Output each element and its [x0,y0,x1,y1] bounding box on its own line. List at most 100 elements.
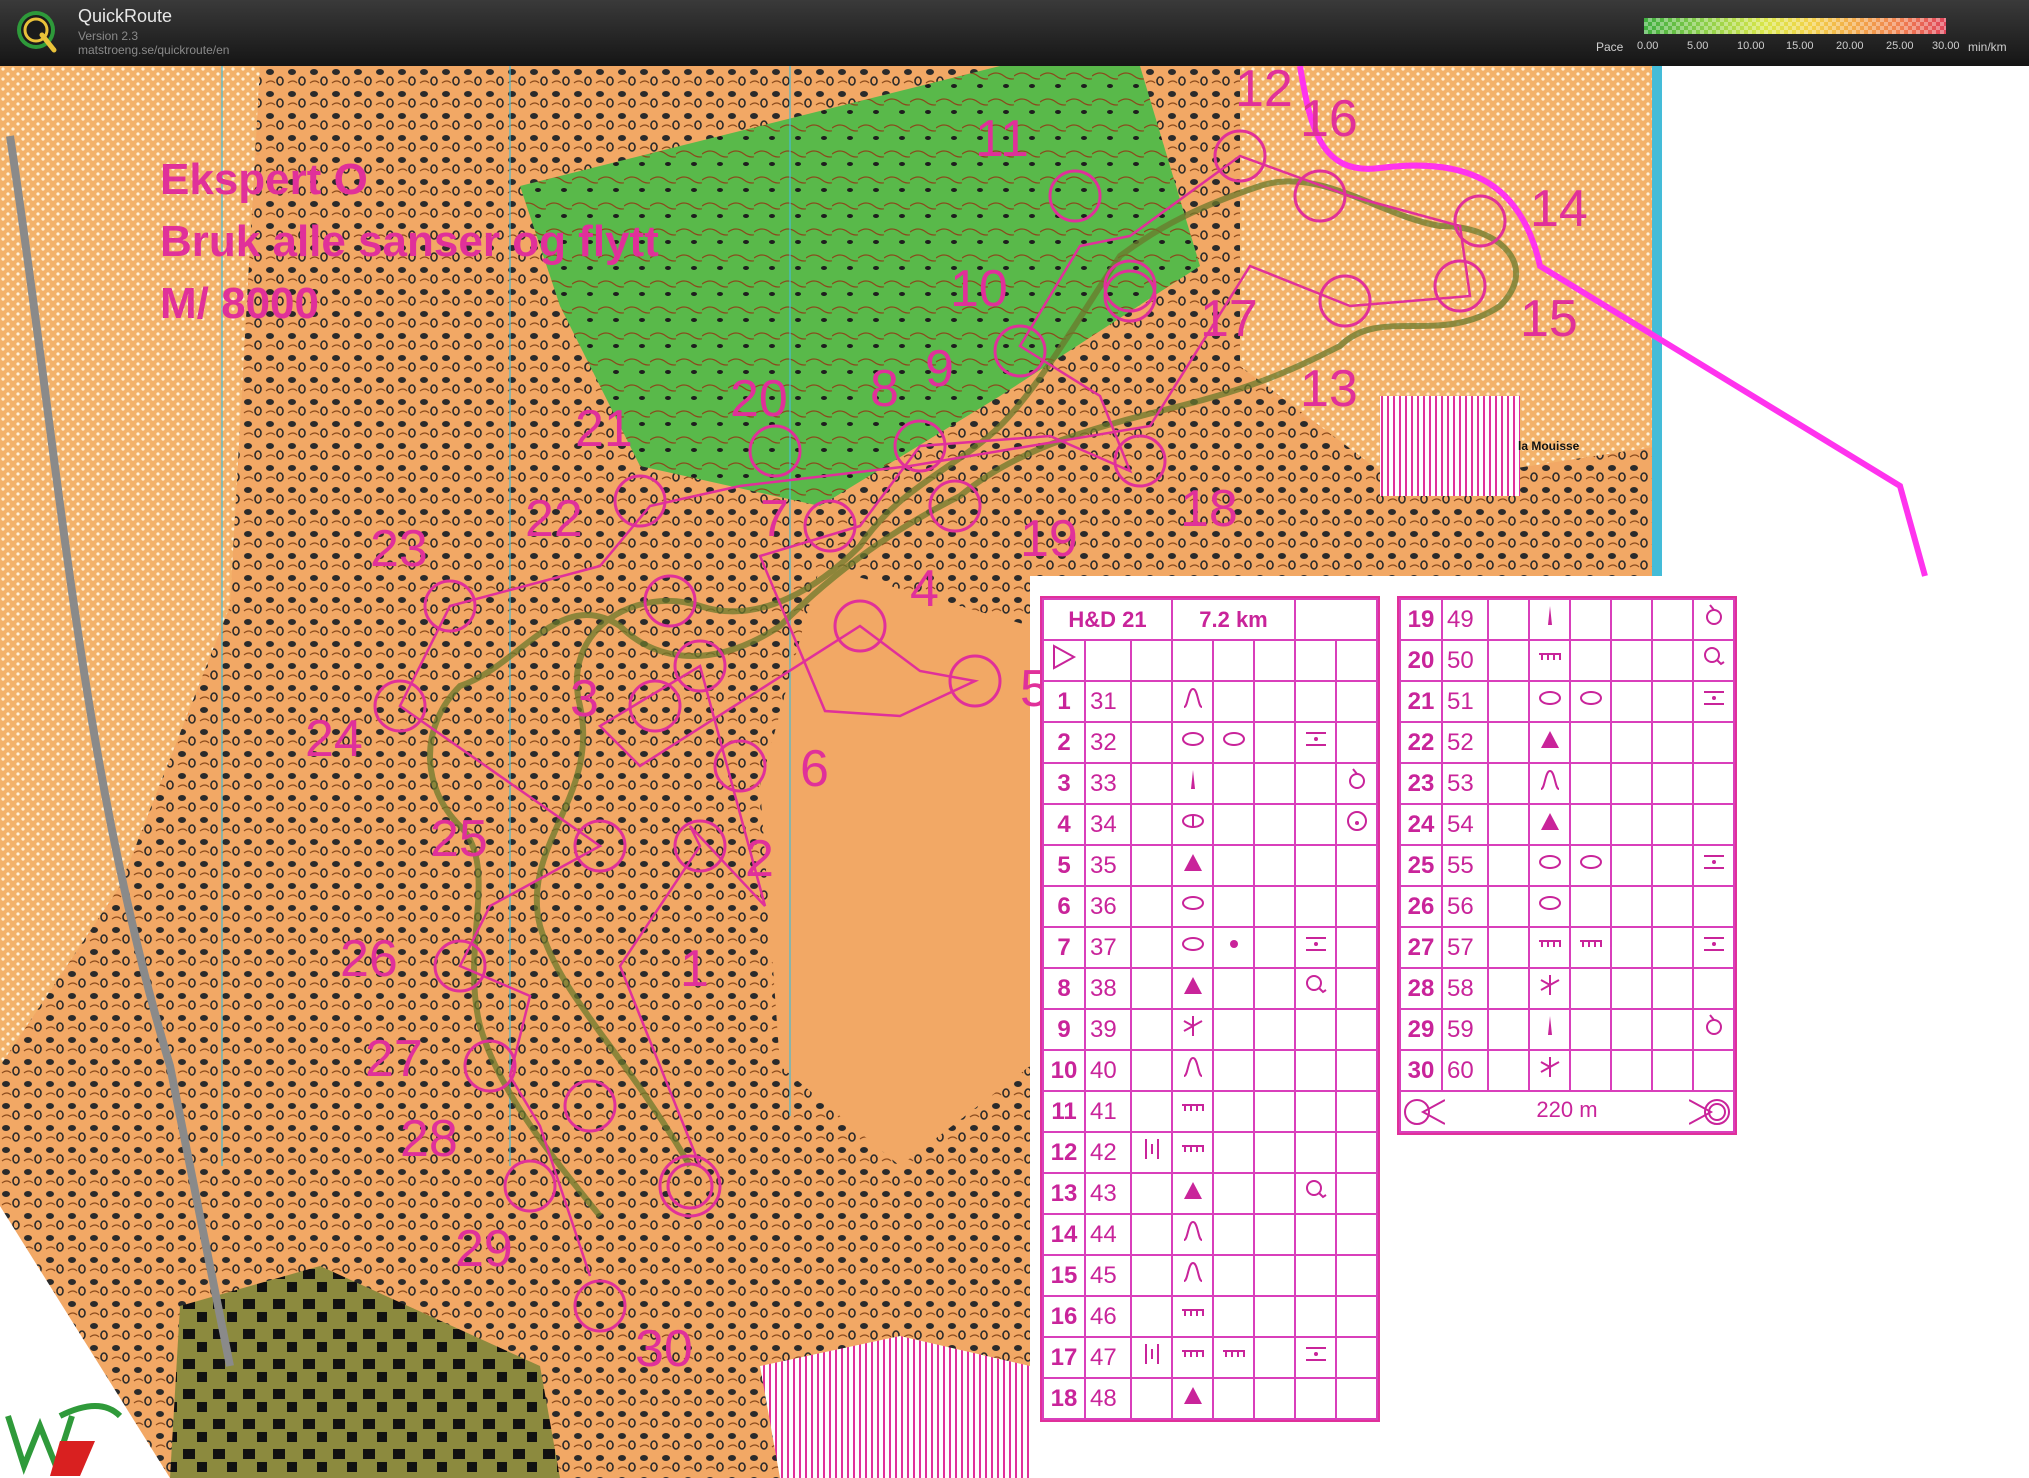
control-order: 5 [1042,844,1086,887]
pace-legend: Pace 0.00 5.00 10.00 15.00 20.00 25.00 3… [1590,16,2020,56]
symbol-cell [1335,1377,1378,1420]
symbol-cell [1294,1254,1337,1297]
symbol-cell [1212,885,1255,928]
symbol-cell [1294,1377,1337,1420]
control-order: 22 [1399,721,1443,764]
symbol-cell [1212,967,1255,1010]
wall-icon [1212,1336,1255,1379]
pace-tick: 0.00 [1637,40,1659,52]
junction-icon [1528,1049,1571,1092]
triangle-icon [1171,1172,1214,1215]
control-row: 29 59 [1399,1008,1735,1051]
control-number: 17 [1200,290,1258,348]
control-number: 3 [570,670,599,728]
symbol-cell [1335,967,1378,1010]
control-row: 26 56 [1399,885,1735,928]
control-order: 11 [1042,1090,1086,1133]
symbol-cell [1610,1049,1653,1092]
control-order: 14 [1042,1213,1086,1256]
control-row: 5 35 [1042,844,1378,887]
symbol-cell [1335,1049,1378,1092]
triangle-icon [1171,1377,1214,1420]
control-row: 17 47 [1042,1336,1378,1379]
knoll-icon [1171,1254,1214,1297]
control-row: 19 49 [1399,598,1735,641]
pace-label: Pace [1596,40,1624,54]
symbol-cell [1253,1049,1296,1092]
symbol-cell [1610,598,1653,641]
symbol-cell [1610,721,1653,764]
control-order: 6 [1042,885,1086,928]
symbol-cell [1335,680,1378,723]
control-code: 58 [1441,967,1489,1010]
control-row: 16 46 [1042,1295,1378,1338]
app-version: Version 2.3 [78,29,139,43]
pace-tick: 5.00 [1687,40,1709,52]
control-order: 12 [1042,1131,1086,1174]
pace-unit: min/km [1968,40,2007,54]
course-length: 7.2 km [1171,598,1296,641]
control-row: 4 34 [1042,803,1378,846]
control-order: 27 [1399,926,1443,969]
control-row: 14 44 [1042,1213,1378,1256]
pace-tick: 20.00 [1836,40,1864,52]
symbol-cell [1610,762,1653,805]
symbol-cell [1692,1049,1735,1092]
control-number: 20 [730,370,788,428]
control-order: 20 [1399,639,1443,682]
symbol-cell [1610,926,1653,969]
finish-double-circle-icon [1689,1098,1730,1125]
symbol-cell [1253,926,1296,969]
symbol-cell [1253,1254,1296,1297]
title-bar: QuickRoute Version 2.3 matstroeng.se/qui… [0,0,2029,66]
symbol-cell [1651,598,1694,641]
map-title-line: M/ 8000 [160,279,319,328]
symbol-cell [1487,639,1530,682]
symbol-cell [1651,762,1694,805]
map-title-line: Bruk alle sanser og flytt [160,217,659,266]
symbol-cell [1212,1172,1255,1215]
symbol-cell [1253,1213,1296,1256]
control-order: 26 [1399,885,1443,928]
control-row: 3 33 [1042,762,1378,805]
control-number: 1 [680,940,709,998]
control-code: 45 [1084,1254,1132,1297]
control-number: 4 [910,560,939,618]
symbol-cell [1212,1295,1255,1338]
symbol-cell [1212,762,1255,805]
symbol-cell [1335,1090,1378,1133]
symbol-cell [1487,844,1530,887]
control-order: 4 [1042,803,1086,846]
pillar-icon [1528,598,1571,641]
control-description-sheet-continued: 19 49 20 50 21 51 22 52 23 53 24 54 25 55 26 56 27 57 28 58… [1397,596,1737,1135]
control-code: 52 [1441,721,1489,764]
double-bar-icon [1130,1131,1173,1174]
control-row: 22 52 [1399,721,1735,764]
control-order: 24 [1399,803,1443,846]
symbol-cell [1253,1377,1296,1420]
symbol-cell [1294,1213,1337,1256]
control-code: 59 [1441,1008,1489,1051]
control-code: 32 [1084,721,1132,764]
symbol-cell [1212,803,1255,846]
control-number: 30 [635,1320,693,1378]
symbol-cell [1335,1008,1378,1051]
control-order: 16 [1042,1295,1086,1338]
symbol-cell [1130,803,1173,846]
symbol-cell [1569,803,1612,846]
symbol-cell [1610,844,1653,887]
control-row: 8 38 [1042,967,1378,1010]
control-number: 23 [370,520,428,578]
symbol-cell [1610,680,1653,723]
control-code: 57 [1441,926,1489,969]
symbol-cell [1253,762,1296,805]
symbol-cell [1253,885,1296,928]
symbol-cell [1651,967,1694,1010]
control-number: 15 [1520,290,1578,348]
pillar-icon [1171,762,1214,805]
control-code: 39 [1084,1008,1132,1051]
control-order: 9 [1042,1008,1086,1051]
double-bar-icon [1130,1336,1173,1379]
symbol-cell [1294,1131,1337,1174]
ellipse-icon [1569,680,1612,723]
